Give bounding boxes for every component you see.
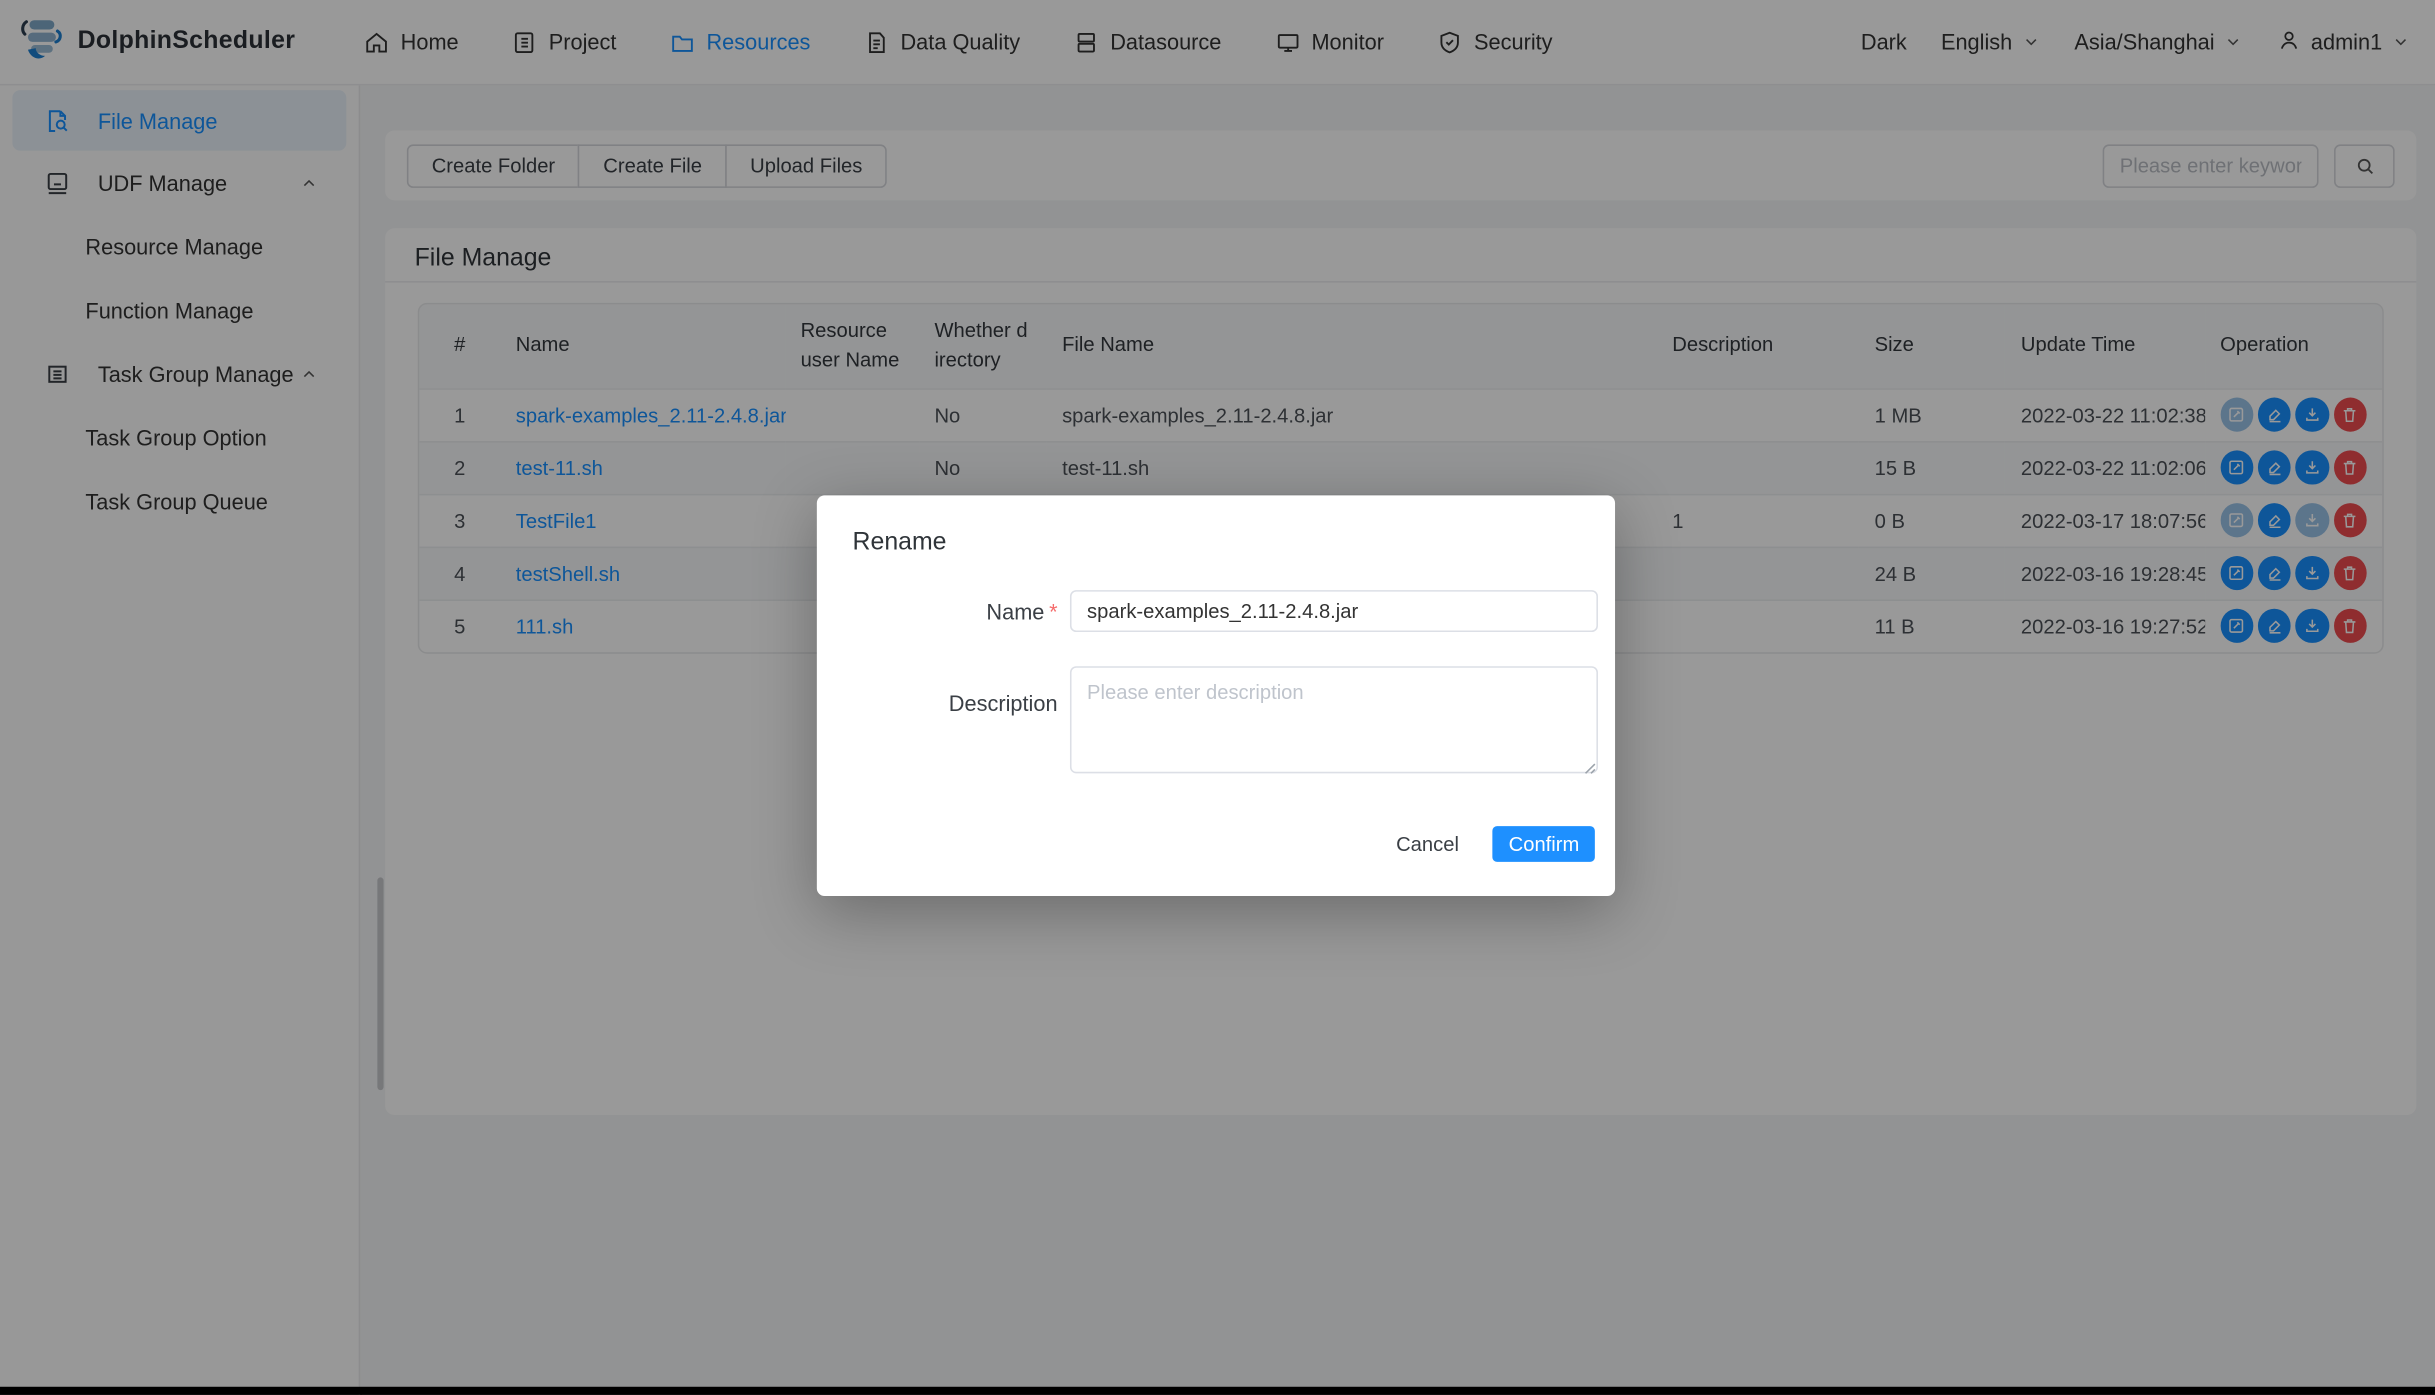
dialog-title: Rename <box>853 530 947 558</box>
description-label: Description <box>817 691 1058 716</box>
rename-dialog: Rename Name* Description Cancel Confirm <box>817 495 1615 896</box>
app-window: DolphinScheduler Home Project Resources … <box>0 0 2435 1395</box>
confirm-button[interactable]: Confirm <box>1493 826 1595 862</box>
description-textarea[interactable] <box>1070 666 1598 773</box>
name-input[interactable] <box>1070 590 1598 632</box>
required-asterisk: * <box>1049 599 1057 624</box>
name-label: Name* <box>817 599 1058 624</box>
dialog-footer: Cancel Confirm <box>1387 826 1595 862</box>
cancel-button[interactable]: Cancel <box>1387 826 1468 862</box>
